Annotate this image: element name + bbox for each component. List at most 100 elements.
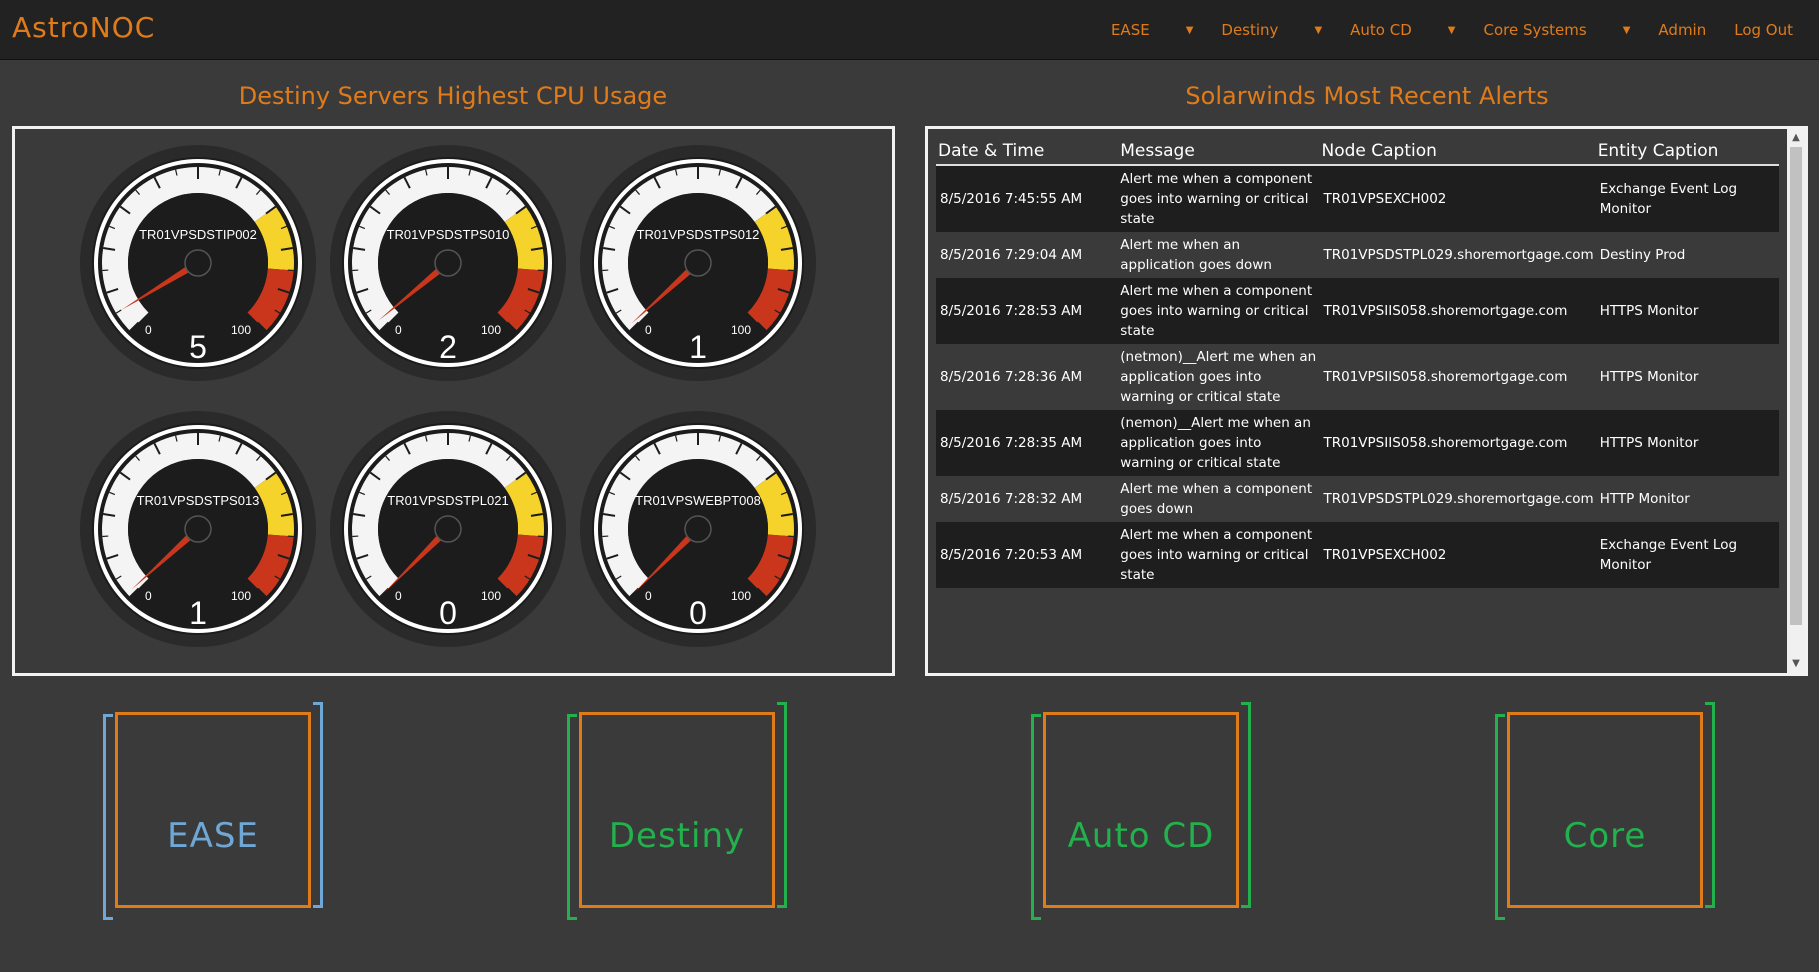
table-row: 8/5/2016 7:28:53 AM Alert me when a comp… (936, 278, 1779, 344)
gauge-value: 2 (439, 329, 457, 365)
cell-datetime: 8/5/2016 7:45:55 AM (936, 165, 1115, 232)
cpu-gauge: TR01VPSDSTPS013 0 100 1 (78, 409, 318, 649)
top-navbar: AstroNOC EASE ▼ Destiny ▼ Auto CD ▼ Core… (0, 0, 1819, 60)
cell-node: TR01VPSDSTPL029.shoremortgage.com (1319, 232, 1596, 278)
tile-ease[interactable]: EASE (103, 702, 323, 922)
bracket-left (1031, 714, 1041, 920)
cell-entity: HTTPS Monitor (1595, 344, 1779, 410)
cell-node: TR01VPSIIS058.shoremortgage.com (1319, 410, 1596, 476)
cell-message: (netmon)__Alert me when an application g… (1114, 344, 1320, 410)
scrollbar-thumb[interactable] (1790, 147, 1802, 625)
nav-destiny[interactable]: Destiny ▼ (1221, 21, 1322, 39)
nav-log-out[interactable]: Log Out (1734, 21, 1793, 39)
gauge-server-name: TR01VPSDSTPS013 (136, 493, 260, 508)
gauge-server-name: TR01VPSDSTPS012 (636, 227, 760, 242)
alerts-header-row: Date & Time Message Node Caption Entity … (936, 135, 1779, 166)
gauge-hub (434, 515, 462, 543)
cpu-gauge: TR01VPSWEBPT008 0 100 0 (578, 409, 818, 649)
alerts-table-container: Date & Time Message Node Caption Entity … (936, 135, 1779, 588)
cell-node: TR01VPSEXCH002 (1319, 165, 1596, 232)
nav-admin[interactable]: Admin (1658, 21, 1706, 39)
gauge-value: 0 (689, 595, 707, 631)
alerts-panel: Date & Time Message Node Caption Entity … (925, 126, 1808, 676)
column-header-node[interactable]: Node Caption (1319, 135, 1596, 166)
gauge-server-name: TR01VPSWEBPT008 (635, 493, 761, 508)
gauge-value: 1 (189, 595, 207, 631)
gauge-hub (684, 249, 712, 277)
bracket-left (567, 714, 577, 920)
scroll-down-arrow-icon[interactable]: ▼ (1787, 655, 1805, 673)
brand-logo[interactable]: AstroNOC (12, 11, 155, 44)
cell-message: Alert me when a component goes into warn… (1114, 522, 1320, 588)
tile-destiny-label: Destiny (608, 816, 746, 856)
alerts-scrollbar[interactable]: ▲ ▼ (1787, 129, 1805, 673)
gauge-hub (434, 249, 462, 277)
cell-node: TR01VPSIIS058.shoremortgage.com (1319, 278, 1596, 344)
gauge-server-name: TR01VPSDSTPL021 (387, 493, 509, 508)
nav-destiny-label: Destiny (1221, 21, 1279, 39)
caret-down-icon: ▼ (1185, 24, 1194, 36)
tile-core[interactable]: Core (1495, 702, 1715, 922)
cpu-section-title: Destiny Servers Highest CPU Usage (238, 82, 668, 110)
cell-message: Alert me when a component goes into warn… (1114, 278, 1320, 344)
nav-auto-cd[interactable]: Auto CD ▼ (1350, 21, 1455, 39)
tile-auto-cd[interactable]: Auto CD (1031, 702, 1251, 922)
cpu-gauge: TR01VPSDSTIP002 0 100 5 (78, 143, 318, 383)
bracket-right (777, 702, 787, 908)
alerts-table: Date & Time Message Node Caption Entity … (936, 135, 1779, 588)
alerts-section-title: Solarwinds Most Recent Alerts (1185, 82, 1549, 110)
nav-core-systems-label: Core Systems (1483, 21, 1587, 39)
cell-node: TR01VPSEXCH002 (1319, 522, 1596, 588)
table-row: 8/5/2016 7:20:53 AM Alert me when a comp… (936, 522, 1779, 588)
table-row: 8/5/2016 7:45:55 AM Alert me when a comp… (936, 165, 1779, 232)
nav-admin-label: Admin (1658, 21, 1707, 39)
cell-message: Alert me when a component goes into warn… (1114, 165, 1320, 232)
cell-datetime: 8/5/2016 7:20:53 AM (936, 522, 1115, 588)
cpu-gauge: TR01VPSDSTPS010 0 100 2 (328, 143, 568, 383)
caret-down-icon: ▼ (1622, 24, 1631, 36)
tile-destiny[interactable]: Destiny (567, 702, 787, 922)
cell-entity: HTTPS Monitor (1595, 278, 1779, 344)
cell-datetime: 8/5/2016 7:29:04 AM (936, 232, 1115, 278)
gauge-value: 0 (439, 595, 457, 631)
cell-datetime: 8/5/2016 7:28:35 AM (936, 410, 1115, 476)
tile-box (115, 712, 311, 908)
cell-entity: HTTP Monitor (1595, 476, 1779, 522)
gauge-value: 1 (689, 329, 707, 365)
cell-datetime: 8/5/2016 7:28:36 AM (936, 344, 1115, 410)
table-row: 8/5/2016 7:28:32 AM Alert me when a comp… (936, 476, 1779, 522)
bracket-right (313, 702, 323, 908)
gauge-hub (684, 515, 712, 543)
cell-entity: Destiny Prod (1595, 232, 1779, 278)
column-header-datetime[interactable]: Date & Time (936, 135, 1115, 166)
scroll-up-arrow-icon[interactable]: ▲ (1787, 129, 1805, 147)
gauge-value: 5 (189, 329, 207, 365)
caret-down-icon: ▼ (1314, 24, 1323, 36)
tile-core-label: Core (1563, 816, 1647, 856)
caret-down-icon: ▼ (1447, 24, 1456, 36)
cell-entity: Exchange Event Log Monitor (1595, 522, 1779, 588)
cell-message: Alert me when a component goes down (1114, 476, 1320, 522)
cpu-gauge: TR01VPSDSTPL021 0 100 0 (328, 409, 568, 649)
nav-ease-label: EASE (1110, 21, 1150, 39)
cell-node: TR01VPSIIS058.shoremortgage.com (1319, 344, 1596, 410)
table-row: 8/5/2016 7:28:36 AM (netmon)__Alert me w… (936, 344, 1779, 410)
cell-entity: Exchange Event Log Monitor (1595, 165, 1779, 232)
cell-entity: HTTPS Monitor (1595, 410, 1779, 476)
cell-datetime: 8/5/2016 7:28:32 AM (936, 476, 1115, 522)
tile-box (579, 712, 775, 908)
tile-auto-cd-label: Auto CD (1067, 816, 1215, 856)
nav-core-systems[interactable]: Core Systems ▼ (1483, 21, 1630, 39)
cell-node: TR01VPSDSTPL029.shoremortgage.com (1319, 476, 1596, 522)
tile-box (1507, 712, 1703, 908)
table-row: 8/5/2016 7:29:04 AM Alert me when an app… (936, 232, 1779, 278)
bracket-left (103, 714, 113, 920)
tile-box (1043, 712, 1239, 908)
column-header-entity[interactable]: Entity Caption (1595, 135, 1779, 166)
nav-ease[interactable]: EASE ▼ (1111, 21, 1193, 39)
column-header-message[interactable]: Message (1114, 135, 1320, 166)
bracket-right (1705, 702, 1715, 908)
table-row: 8/5/2016 7:28:35 AM (nemon)__Alert me wh… (936, 410, 1779, 476)
cell-message: (nemon)__Alert me when an application go… (1114, 410, 1320, 476)
cell-message: Alert me when an application goes down (1114, 232, 1320, 278)
